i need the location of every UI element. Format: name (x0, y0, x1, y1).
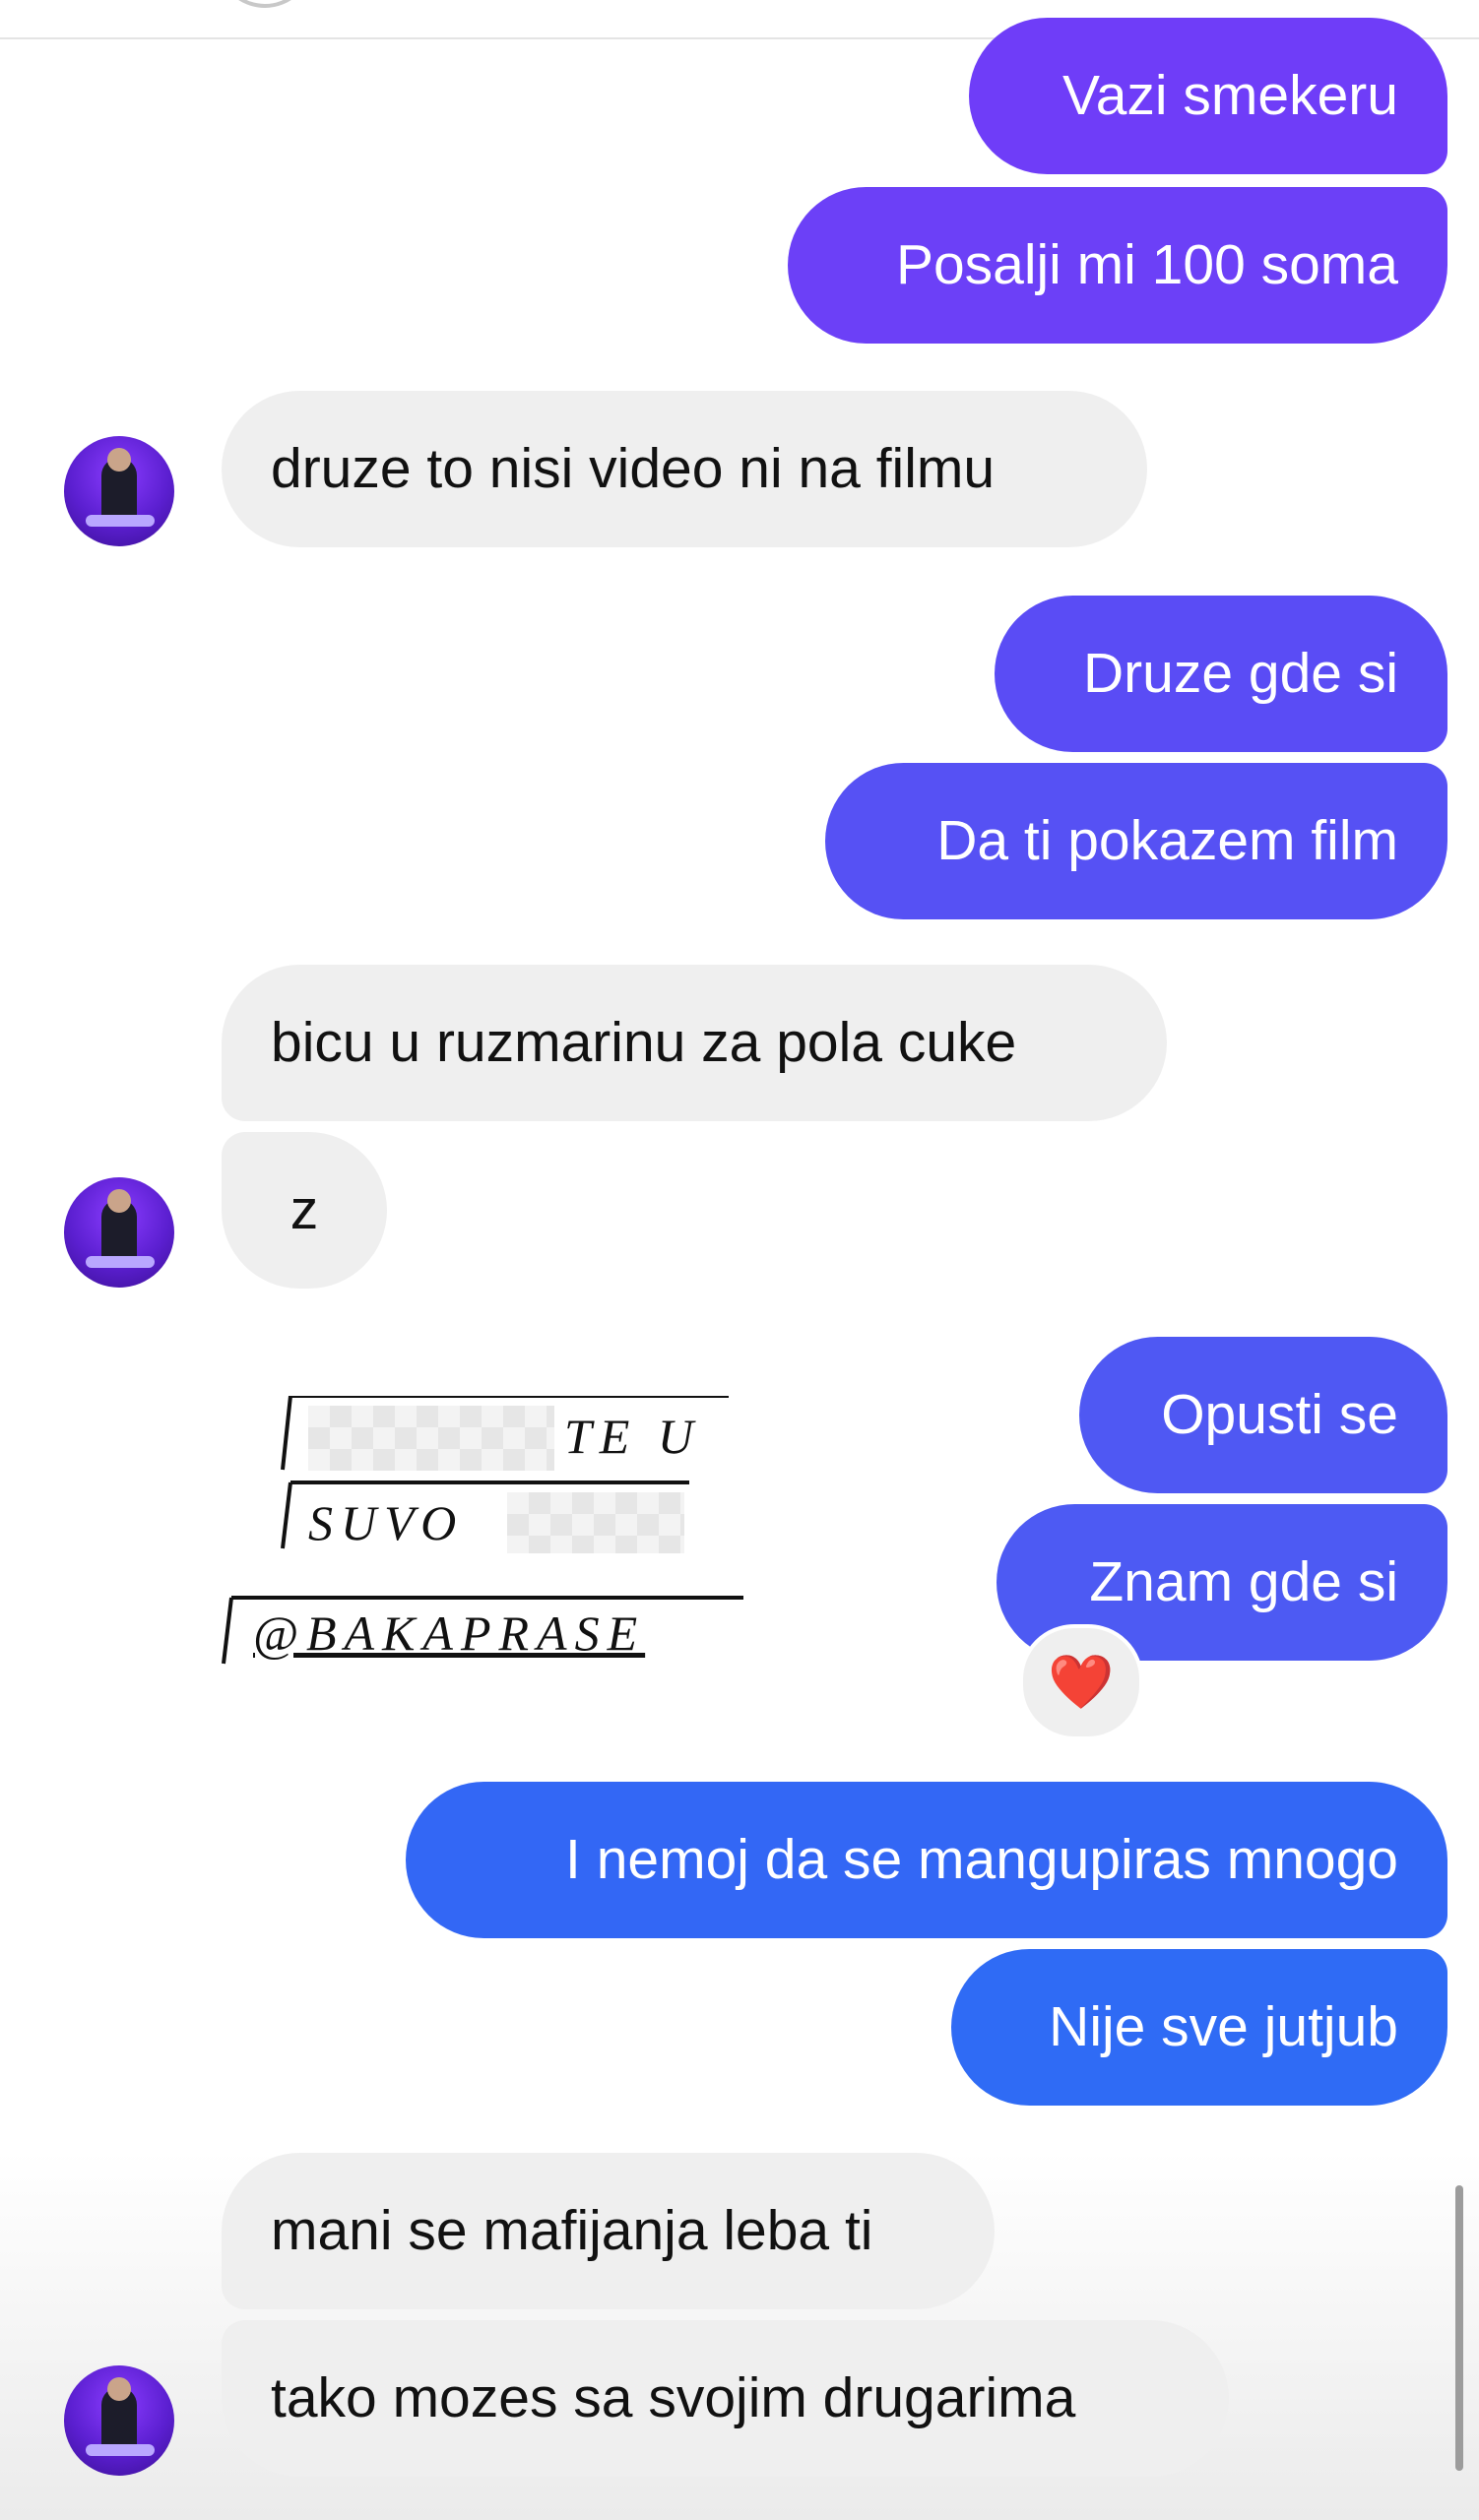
outgoing-message[interactable]: Druze gde si (995, 596, 1447, 752)
incoming-message[interactable]: bicu u ruzmarinu za pola cuke (222, 965, 1167, 1121)
scrollbar[interactable] (1455, 2185, 1463, 2471)
avatar-head (107, 448, 131, 472)
outgoing-message[interactable]: Nije sve jutjub (951, 1949, 1447, 2106)
avatar-seat (86, 515, 155, 527)
sender-avatar[interactable] (64, 2365, 174, 2476)
blurred-text (507, 1492, 684, 1553)
incoming-message[interactable]: tako mozes sa svojim drugarima (222, 2320, 1229, 2477)
blurred-text (308, 1406, 554, 1471)
avatar-seat (86, 2444, 155, 2456)
sender-avatar[interactable] (64, 436, 174, 546)
outgoing-message[interactable]: I nemoj da se mangupiras mnogo (406, 1782, 1447, 1938)
heart-icon: ❤️ (1048, 1653, 1115, 1712)
outgoing-message[interactable]: Vazi smekeru (969, 18, 1447, 174)
incoming-message[interactable]: mani se mafijanja leba ti (222, 2153, 995, 2309)
sender-avatar[interactable] (64, 1177, 174, 1288)
story-handle[interactable]: @BAKAPRASE (253, 1605, 645, 1662)
incoming-message[interactable]: z (222, 1132, 387, 1289)
avatar-head (107, 2377, 131, 2401)
outgoing-message[interactable]: Posalji mi 100 soma (788, 187, 1447, 344)
header-avatar-ring (217, 0, 313, 8)
incoming-message[interactable]: druze to nisi video ni na filmu (222, 391, 1147, 547)
story-line-1: TE U (564, 1409, 701, 1464)
outgoing-message[interactable]: Da ti pokazem film (825, 763, 1447, 919)
outgoing-message[interactable]: Opusti se (1079, 1337, 1447, 1493)
avatar-head (107, 1189, 131, 1213)
avatar-seat (86, 1256, 155, 1268)
shared-story-card[interactable]: TE U SUVO @BAKAPRASE (222, 1396, 753, 1671)
heart-reaction[interactable]: ❤️ (1019, 1624, 1143, 1740)
story-line-2: SUVO (308, 1495, 465, 1550)
